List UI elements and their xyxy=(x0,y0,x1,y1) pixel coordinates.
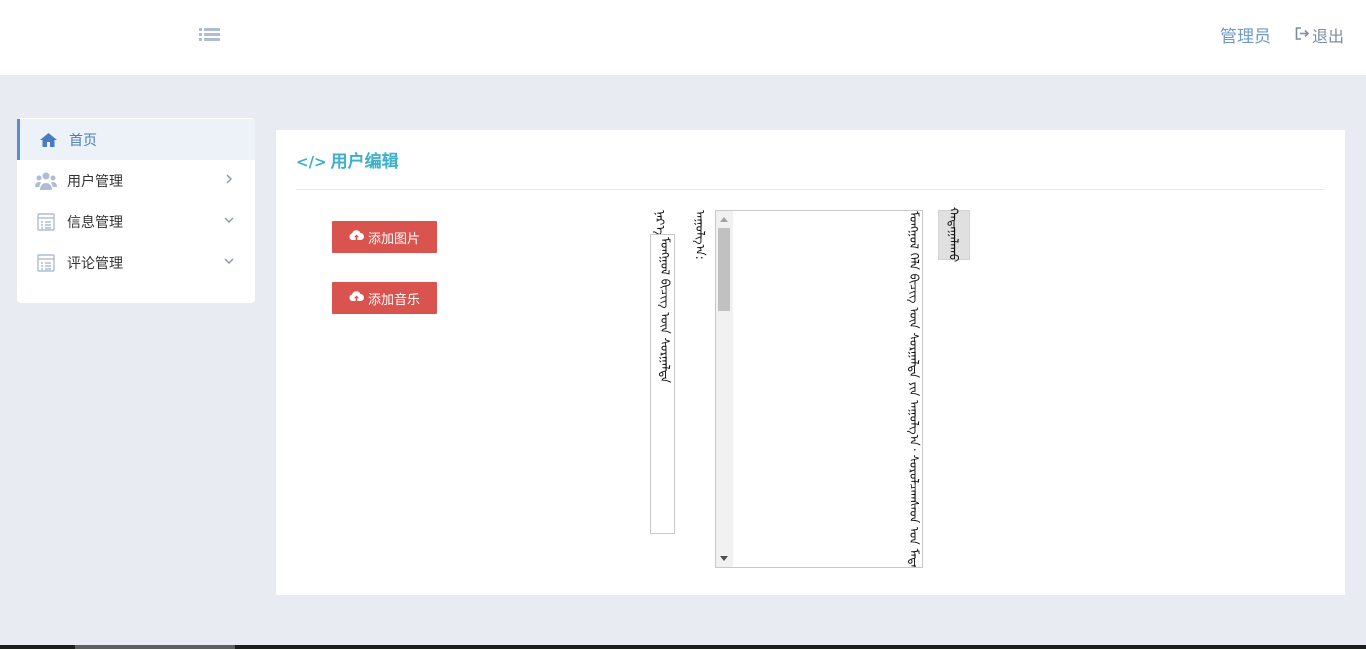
name-input[interactable]: ᠮᠣᠩᠭᠣᠯ ᠪᠢᠴᠢᠭ ᠦᠨ ᠰᠤᠷᠭᠠᠯᠲᠠ xyxy=(650,234,675,534)
user-edit-panel: </> 用户编辑 添加图片 添加音乐 ᠨᠡᠷ᠎ᠡ: ᠮᠣᠩᠭᠣᠯ ᠪᠢᠴᠢᠭ ᠦ… xyxy=(276,130,1345,595)
list-alt-icon xyxy=(35,253,57,273)
sidebar-item-user-management[interactable]: 用户管理 xyxy=(17,160,255,201)
panel-header: </> 用户编辑 xyxy=(296,150,1325,190)
textarea-content: ᠮᠣᠩᠭᠣᠯ ᠬᠡᠯᠡ ᠪᠢᠴᠢᠭ ᠦᠨ ᠰᠤᠷᠭᠠᠯᠲᠠ ᠶᠢᠨ ᠠᠭᠤᠯᠭ᠎… xyxy=(907,211,921,567)
sidebar-item-label: 评论管理 xyxy=(67,255,123,272)
scroll-thumb[interactable] xyxy=(718,228,730,311)
sidebar-nav: 首页 用户管理 信息管理 评论管理 xyxy=(17,118,255,303)
code-icon: </> xyxy=(296,153,327,171)
chevron-down-icon xyxy=(223,214,235,226)
sidebar-item-label: 用户管理 xyxy=(67,173,123,190)
sidebar-item-label: 首页 xyxy=(69,132,97,149)
sidebar-item-comment-management[interactable]: 评论管理 xyxy=(17,242,255,283)
admin-username[interactable]: 管理员 xyxy=(1220,22,1271,47)
list-alt-icon xyxy=(35,212,57,232)
chevron-right-icon xyxy=(223,173,235,185)
scroll-down-arrow[interactable] xyxy=(720,556,728,561)
horizontal-scroll-thumb[interactable] xyxy=(75,645,235,649)
top-header: 管理员 退出 xyxy=(0,0,1366,75)
page-title: 用户编辑 xyxy=(330,152,399,172)
scroll-up-arrow[interactable] xyxy=(720,217,728,222)
sidebar-item-home[interactable]: 首页 xyxy=(17,119,255,160)
chevron-down-icon xyxy=(223,255,235,267)
add-music-button[interactable]: 添加音乐 xyxy=(332,282,437,314)
bottom-scrollbar[interactable] xyxy=(0,645,1366,649)
users-icon xyxy=(35,171,57,191)
textarea-scrollbar[interactable] xyxy=(716,211,733,567)
logout-label: 退出 xyxy=(1311,26,1344,46)
content-field-label: ᠠᠭᠤᠯᠭ᠎ᠠ: xyxy=(693,210,707,260)
name-field-label: ᠨᠡᠷ᠎ᠡ: xyxy=(653,210,667,234)
content-textarea[interactable]: ᠮᠣᠩᠭᠣᠯ ᠬᠡᠯᠡ ᠪᠢᠴᠢᠭ ᠦᠨ ᠰᠤᠷᠭᠠᠯᠲᠠ ᠶᠢᠨ ᠠᠭᠤᠯᠭ᠎… xyxy=(715,210,923,568)
logout-link[interactable]: 退出 xyxy=(1295,23,1344,47)
cloud-upload-icon xyxy=(349,290,368,306)
cloud-upload-icon xyxy=(349,229,368,245)
submit-button[interactable]: ᠬᠠᠳᠠᠭᠠᠯᠠᠬᠤ xyxy=(938,207,970,263)
sidebar-item-info-management[interactable]: 信息管理 xyxy=(17,201,255,242)
sidebar-item-label: 信息管理 xyxy=(67,214,123,231)
add-music-label: 添加音乐 xyxy=(367,292,420,308)
list-icon[interactable] xyxy=(199,27,220,45)
home-icon xyxy=(37,130,59,150)
add-image-button[interactable]: 添加图片 xyxy=(332,221,437,253)
sign-out-icon xyxy=(1295,25,1312,44)
add-image-label: 添加图片 xyxy=(367,231,420,247)
submit-label: ᠬᠠᠳᠠᠭᠠᠯᠠᠬᠤ xyxy=(946,207,961,263)
